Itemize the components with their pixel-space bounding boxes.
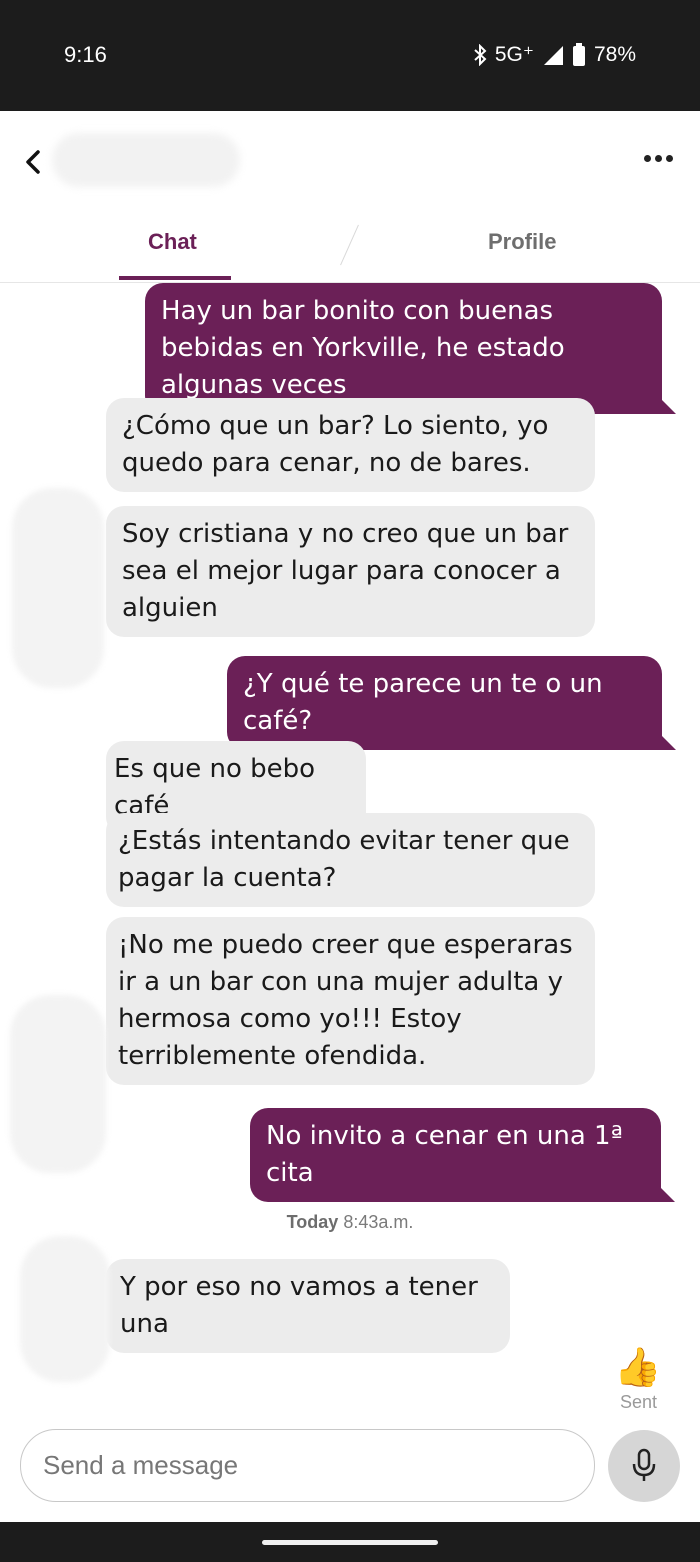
timestamp-time: 8:43a.m.: [343, 1212, 414, 1232]
tab-profile[interactable]: Profile: [488, 229, 556, 255]
timestamp-divider: Today 8:43a.m.: [0, 1212, 700, 1233]
home-indicator[interactable]: [262, 1540, 438, 1545]
redacted-avatar: [10, 995, 106, 1173]
message-incoming[interactable]: Y por eso no vamos a tener una: [106, 1259, 510, 1353]
chat-header: Chat Profile: [0, 111, 700, 283]
microphone-icon: [632, 1448, 656, 1481]
message-incoming[interactable]: ¡No me puedo creer que esperaras ir a un…: [106, 917, 595, 1085]
tab-divider: [340, 224, 359, 266]
redacted-avatar: [20, 1236, 110, 1382]
thumbs-up-icon: 👍: [614, 1345, 662, 1389]
status-icons: 5G⁺ 78%: [473, 42, 636, 67]
more-dot-icon: [643, 154, 651, 162]
system-nav-bar: [0, 1522, 700, 1562]
sent-status: Sent: [620, 1392, 658, 1412]
redacted-contact-name: [52, 133, 240, 187]
back-button[interactable]: [18, 145, 48, 179]
more-dot-icon: [665, 154, 673, 162]
battery-percent: 78%: [593, 42, 636, 66]
status-bar: 9:16 5G⁺ 78%: [0, 0, 700, 111]
message-outgoing[interactable]: Hay un bar bonito con buenas bebidas en …: [145, 283, 676, 414]
tab-chat[interactable]: Chat: [148, 229, 197, 255]
redacted-avatar: [12, 488, 104, 688]
status-time: 9:16: [64, 42, 107, 67]
battery-icon: [572, 42, 586, 67]
bluetooth-icon: [473, 43, 487, 66]
message-incoming[interactable]: ¿Cómo que un bar? Lo siento, yo quedo pa…: [106, 398, 595, 492]
message-incoming[interactable]: ¿Estás intentando evitar tener que pagar…: [106, 813, 595, 907]
message-input[interactable]: Send a message: [20, 1429, 595, 1502]
active-tab-indicator: [119, 276, 231, 280]
network-type: 5G⁺: [494, 43, 534, 66]
message-outgoing[interactable]: No invito a cenar en una 1ª cita: [250, 1108, 675, 1202]
message-outgoing[interactable]: ¿Y qué te parece un te o un café?: [227, 656, 676, 750]
timestamp-day: Today: [286, 1212, 339, 1232]
signal-icon: [542, 44, 564, 66]
more-options-button[interactable]: [638, 141, 678, 175]
chevron-left-icon: [26, 150, 40, 174]
more-dot-icon: [654, 154, 662, 162]
message-incoming[interactable]: Soy cristiana y no creo que un bar sea e…: [106, 506, 595, 637]
mic-button[interactable]: [608, 1430, 680, 1502]
